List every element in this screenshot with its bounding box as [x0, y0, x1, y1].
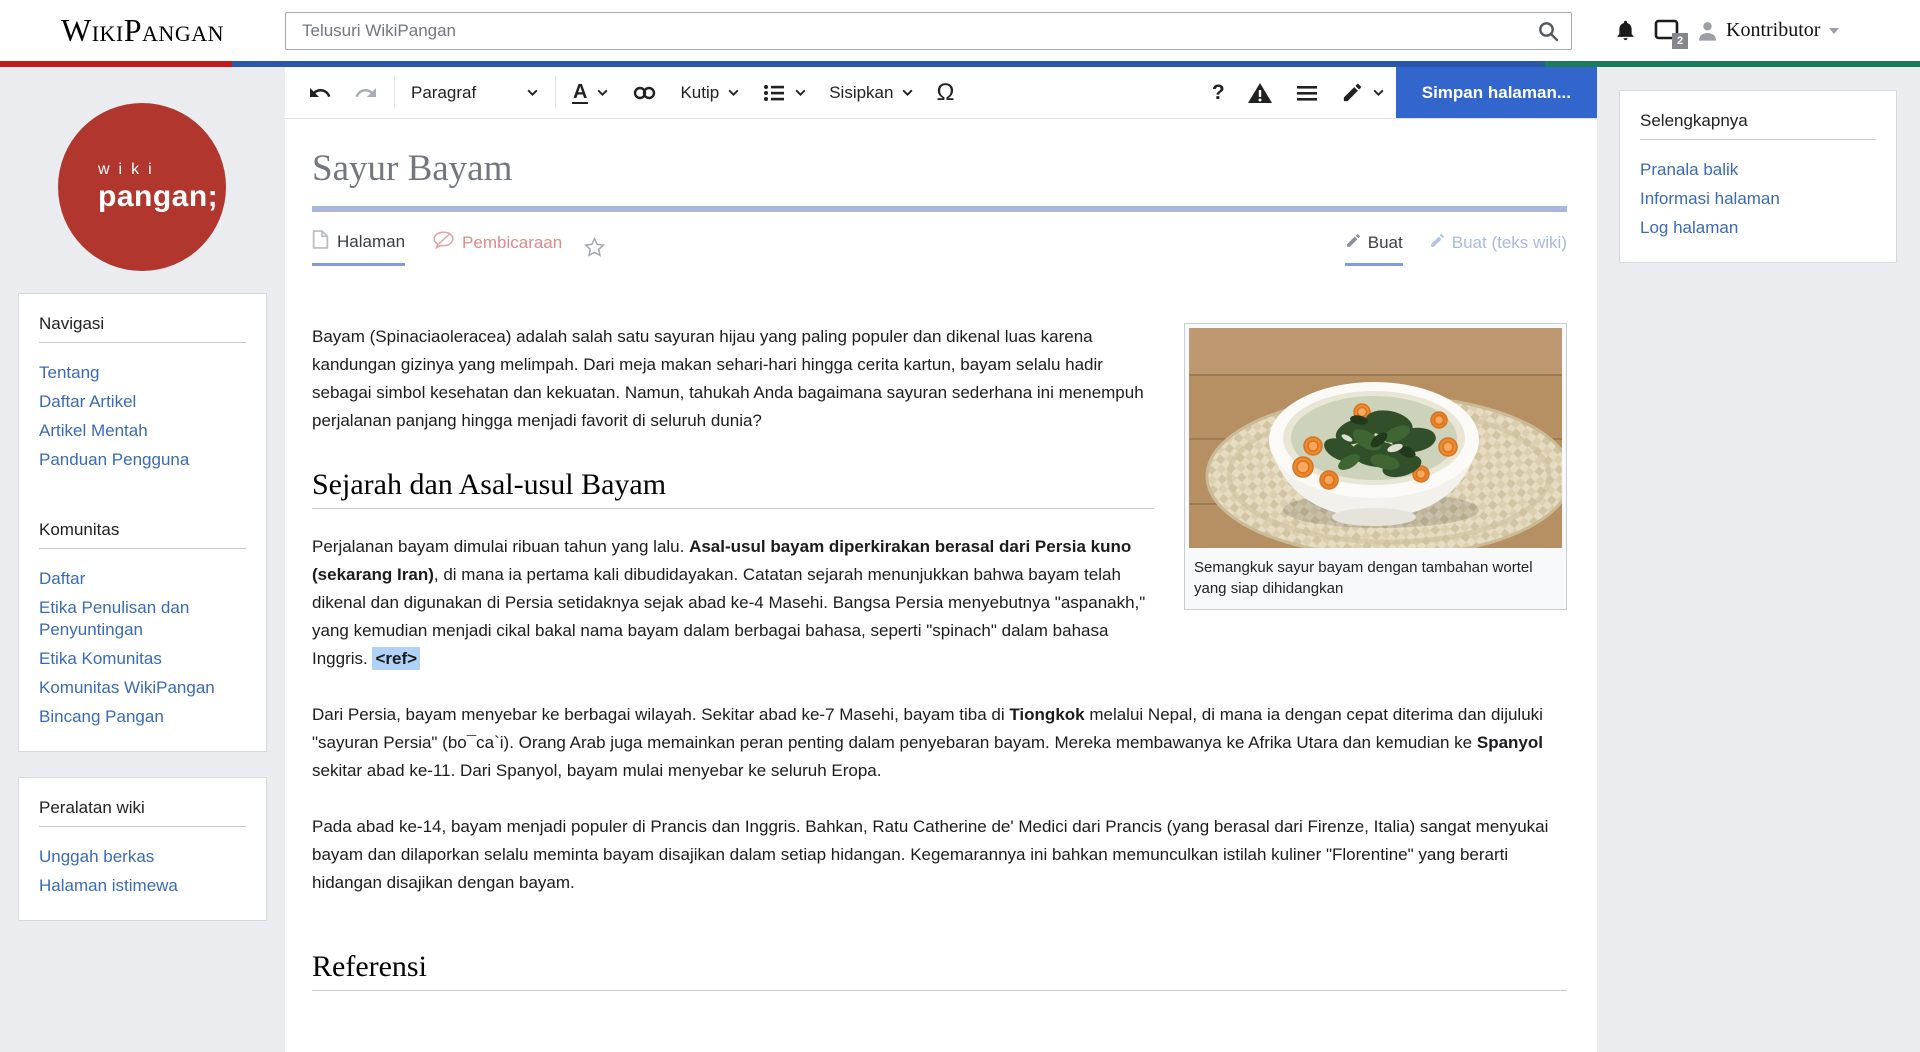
rightbar-link-log-halaman[interactable]: Log halaman: [1640, 213, 1876, 242]
soup-image: [1189, 328, 1562, 548]
sidebar-heading-komunitas: Komunitas: [39, 520, 246, 549]
page-title: Sayur Bayam: [312, 147, 1567, 212]
save-page-button[interactable]: Simpan halaman...: [1396, 67, 1597, 118]
insert-dropdown[interactable]: Sisipkan: [818, 67, 925, 118]
text-style-dropdown[interactable]: A: [561, 67, 620, 118]
ve-toolbar: Paragraf A Kutip: [285, 67, 1597, 119]
sidebar-link-daftar-artikel[interactable]: Daftar Artikel: [39, 387, 246, 416]
edit-pencil-icon: [1345, 232, 1362, 254]
section-heading-referensi: Referensi: [312, 953, 1567, 991]
user-menu-caret-icon[interactable]: [1829, 28, 1839, 34]
chevron-down-icon: [596, 86, 609, 99]
sidebar-heading-navigasi: Navigasi: [39, 314, 246, 343]
section-heading-sejarah: Sejarah dan Asal-usul Bayam: [312, 471, 1154, 509]
sidebar-link-artikel-mentah[interactable]: Artikel Mentah: [39, 416, 246, 445]
sidebar-heading-peralatan: Peralatan wiki: [39, 798, 246, 827]
thumbnail-figure[interactable]: Semangkuk sayur bayam dengan tambahan wo…: [1184, 323, 1567, 610]
left-sidebar: wiki pangan; Navigasi Tentang Daftar Art…: [0, 67, 285, 921]
notices-count-badge: 2: [1672, 33, 1688, 49]
image-caption: Semangkuk sayur bayam dengan tambahan wo…: [1189, 548, 1562, 605]
special-character-button[interactable]: Ω: [925, 67, 965, 118]
right-heading-selengkapnya: Selengkapnya: [1640, 111, 1876, 140]
sidebar-link-bincang-pangan[interactable]: Bincang Pangan: [39, 702, 246, 731]
tab-pembicaraan[interactable]: Pembicaraan: [433, 231, 562, 266]
user-tools: 2 Kontributor: [1598, 18, 1839, 44]
logo-text-wiki: wiki: [98, 161, 226, 179]
sidebar-link-halaman-istimewa[interactable]: Halaman istimewa: [39, 871, 246, 900]
page-document-icon: [312, 230, 329, 254]
sidebar-link-panduan-pengguna[interactable]: Panduan Pengguna: [39, 445, 246, 474]
sidebar-link-etika-komunitas[interactable]: Etika Komunitas: [39, 644, 246, 673]
rightbar-link-informasi-halaman[interactable]: Informasi halaman: [1640, 184, 1876, 213]
paragraph-style-dropdown[interactable]: Paragraf: [400, 67, 550, 118]
tab-halaman[interactable]: Halaman: [312, 230, 405, 266]
site-wordmark[interactable]: WikiPangan: [0, 12, 285, 49]
chevron-down-icon: [901, 86, 914, 99]
search-box: [285, 12, 1572, 50]
sidebar-link-komunitas-wikipangan[interactable]: Komunitas WikiPangan: [39, 673, 246, 702]
sidebar-link-etika-penulisan[interactable]: Etika Penulisan dan Penyuntingan: [39, 593, 246, 644]
username-label[interactable]: Kontributor: [1726, 19, 1820, 42]
page-tabs: Halaman Pembicaraan Buat: [312, 230, 1567, 266]
sidebar-tools-box: Peralatan wiki Unggah berkas Halaman ist…: [18, 777, 267, 921]
list-dropdown[interactable]: [751, 67, 818, 118]
search-input[interactable]: [286, 21, 1525, 41]
notices-tray-icon[interactable]: 2: [1653, 18, 1681, 44]
sidebar-link-daftar[interactable]: Daftar: [39, 564, 246, 593]
more-tools-box: Selengkapnya Pranala balik Informasi hal…: [1619, 90, 1897, 263]
chevron-down-icon: [794, 86, 807, 99]
top-header: WikiPangan 2 Kontributor: [0, 0, 1920, 61]
link-button[interactable]: [620, 67, 669, 118]
redo-button[interactable]: [343, 67, 389, 118]
help-button[interactable]: ?: [1201, 67, 1236, 118]
site-logo[interactable]: wiki pangan;: [58, 103, 226, 271]
chevron-down-icon: [1372, 86, 1385, 99]
watch-star-icon[interactable]: [584, 237, 605, 266]
action-buat-teks-wiki[interactable]: Buat (teks wiki): [1429, 232, 1567, 266]
chevron-down-icon: [526, 86, 539, 99]
page-options-menu-button[interactable]: [1284, 67, 1330, 118]
chevron-down-icon: [727, 86, 740, 99]
cite-dropdown[interactable]: Kutip: [669, 67, 751, 118]
article-paragraph-3: Dari Persia, bayam menyebar ke berbagai …: [312, 701, 1567, 785]
page-content: Sayur Bayam Halaman Pembicaraan: [285, 119, 1597, 1052]
notifications-bell-icon[interactable]: [1614, 19, 1637, 42]
talk-bubble-icon: [433, 231, 454, 254]
rightbar-link-pranala-balik[interactable]: Pranala balik: [1640, 155, 1876, 184]
article-body[interactable]: Semangkuk sayur bayam dengan tambahan wo…: [312, 323, 1567, 991]
user-avatar-icon[interactable]: [1697, 20, 1718, 41]
sidebar-nav-box: Navigasi Tentang Daftar Artikel Artikel …: [18, 293, 267, 752]
logo-text-pangan: pangan;: [98, 180, 226, 214]
article-paragraph-4: Pada abad ke-14, bayam menjadi populer d…: [312, 813, 1567, 897]
search-icon[interactable]: [1525, 19, 1571, 43]
editing-mode-dropdown[interactable]: [1330, 67, 1396, 118]
editor-surface: Paragraf A Kutip: [285, 67, 1597, 1052]
action-buat[interactable]: Buat: [1345, 232, 1403, 266]
page-actions: Buat Buat (teks wiki): [1345, 232, 1567, 266]
notices-alert-button[interactable]: [1236, 67, 1284, 118]
sidebar-link-unggah-berkas[interactable]: Unggah berkas: [39, 842, 246, 871]
sidebar-link-tentang[interactable]: Tentang: [39, 358, 246, 387]
undo-button[interactable]: [297, 67, 343, 118]
right-sidebar: Selengkapnya Pranala balik Informasi hal…: [1597, 67, 1920, 263]
wikitext-pencil-icon: [1429, 232, 1446, 254]
